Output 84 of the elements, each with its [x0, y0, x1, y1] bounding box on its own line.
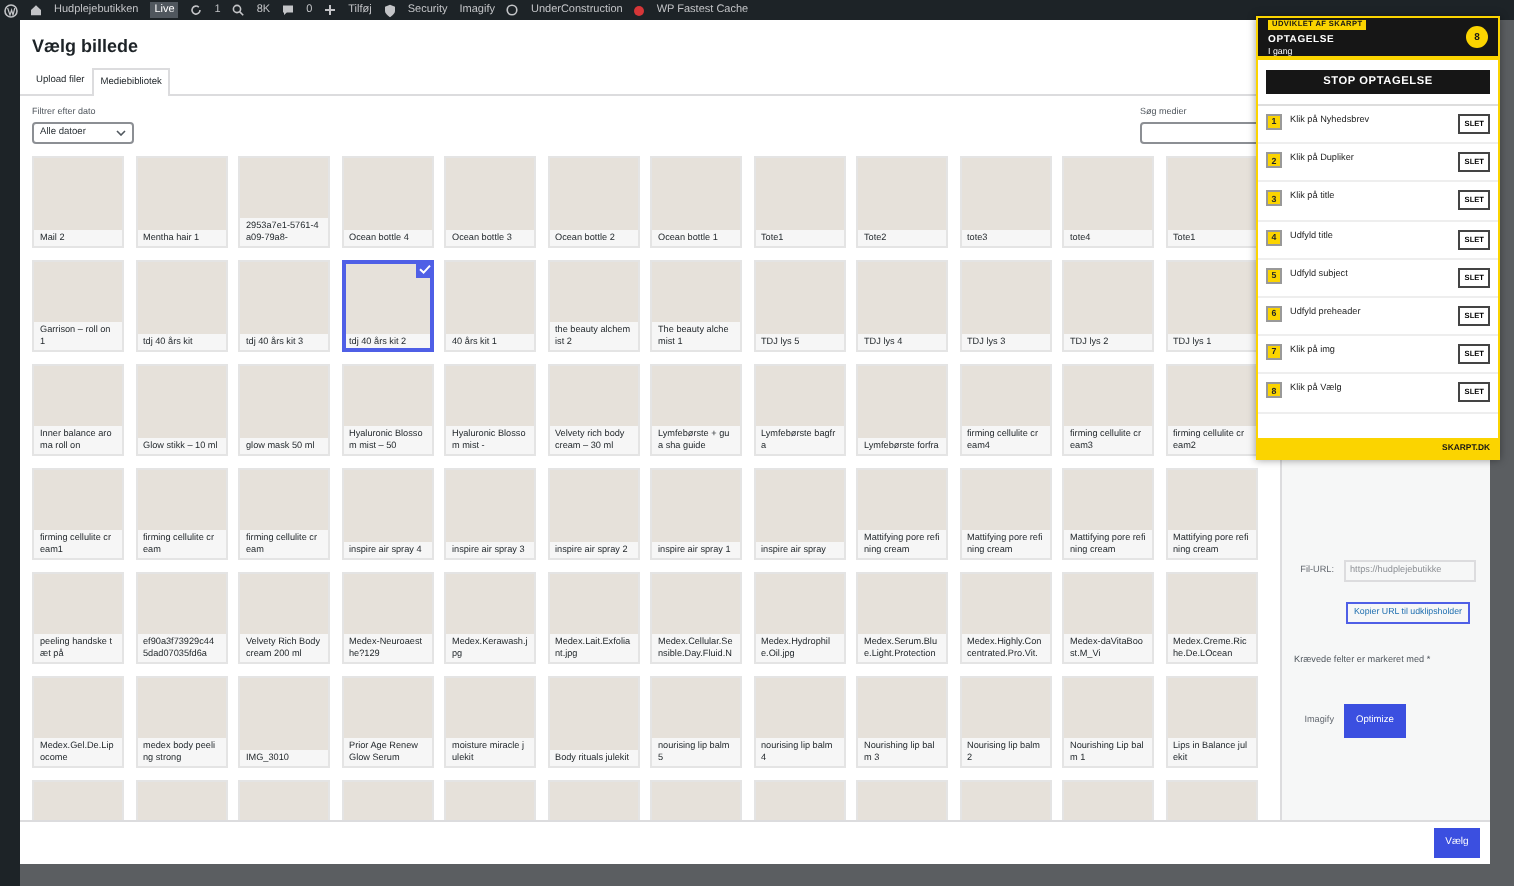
search-icon[interactable] [232, 4, 245, 16]
photo-placeholder [755, 574, 843, 635]
photo-placeholder [549, 678, 637, 751]
photo-placeholder [961, 366, 1049, 427]
photo-placeholder [446, 158, 534, 231]
photo-placeholder [549, 158, 637, 231]
chevron-down-icon [116, 129, 126, 136]
photo-placeholder [961, 158, 1049, 231]
refresh-icon[interactable] [190, 4, 203, 16]
photo-placeholder [1064, 158, 1152, 231]
plus-icon[interactable] [324, 4, 337, 16]
photo-placeholder [652, 366, 740, 427]
photo-placeholder [1167, 678, 1255, 739]
photo-placeholder [858, 470, 946, 531]
photo-placeholder [755, 366, 843, 427]
photo-placeholder [652, 678, 740, 739]
photo-placeholder [343, 574, 431, 635]
photo-placeholder [549, 366, 637, 427]
photo-placeholder [652, 470, 740, 543]
photo-placeholder [549, 470, 637, 543]
photo-placeholder [446, 678, 534, 739]
photo-placeholder [858, 158, 946, 231]
photo-placeholder [755, 262, 843, 335]
wordpress-logo-icon[interactable] [4, 3, 18, 17]
modal-title: Vælg billede [30, 34, 139, 60]
photo-placeholder [652, 574, 740, 635]
photo-placeholder [240, 678, 328, 751]
photo-placeholder [240, 574, 328, 635]
photo-placeholder [1064, 574, 1152, 635]
photo-placeholder [549, 262, 637, 323]
photo-placeholder [446, 574, 534, 635]
photo-placeholder [446, 470, 534, 543]
photo-placeholder [343, 366, 431, 427]
photo-placeholder [1064, 366, 1152, 427]
photo-placeholder [137, 470, 225, 531]
photo-placeholder [137, 678, 225, 739]
photo-placeholder [240, 262, 328, 335]
photo-placeholder [343, 470, 431, 543]
gauge-icon[interactable] [506, 4, 519, 16]
photo-placeholder [652, 158, 740, 231]
photo-placeholder [240, 158, 328, 219]
photo-placeholder [755, 678, 843, 739]
photo-placeholder [34, 366, 122, 427]
photo-placeholder [240, 366, 328, 439]
photo-placeholder [858, 678, 946, 739]
photo-placeholder [549, 574, 637, 635]
photo-placeholder [1167, 574, 1255, 635]
checkmark-icon [415, 260, 433, 278]
status-dot [634, 5, 645, 15]
home-icon[interactable] [30, 4, 42, 16]
photo-placeholder [858, 262, 946, 335]
photo-placeholder [343, 262, 431, 335]
shield-icon[interactable] [383, 3, 396, 17]
photo-placeholder [240, 470, 328, 531]
photo-placeholder [858, 574, 946, 635]
photo-placeholder [34, 262, 122, 323]
photo-placeholder [652, 262, 740, 323]
photo-placeholder [755, 158, 843, 231]
photo-placeholder [961, 678, 1049, 739]
photo-placeholder [446, 366, 534, 427]
photo-placeholder [343, 158, 431, 231]
photo-placeholder [961, 262, 1049, 335]
photo-placeholder [34, 470, 122, 531]
photo-placeholder [137, 262, 225, 335]
photo-placeholder [1167, 366, 1255, 427]
photo-placeholder [343, 678, 431, 739]
photo-placeholder [137, 158, 225, 231]
photo-placeholder [1064, 470, 1152, 531]
comment-icon[interactable] [282, 4, 295, 16]
photo-placeholder [446, 262, 534, 335]
photo-placeholder [1167, 158, 1255, 231]
photo-placeholder [34, 678, 122, 739]
photo-placeholder [34, 574, 122, 635]
photo-placeholder [961, 470, 1049, 531]
photo-placeholder [961, 574, 1049, 635]
photo-placeholder [34, 158, 122, 231]
photo-placeholder [137, 366, 225, 439]
photo-placeholder [1064, 262, 1152, 335]
photo-placeholder [755, 470, 843, 543]
photo-placeholder [858, 366, 946, 439]
photo-placeholder [137, 574, 225, 635]
photo-placeholder [1064, 678, 1152, 739]
photo-placeholder [1167, 262, 1255, 335]
photo-placeholder [1167, 470, 1255, 531]
